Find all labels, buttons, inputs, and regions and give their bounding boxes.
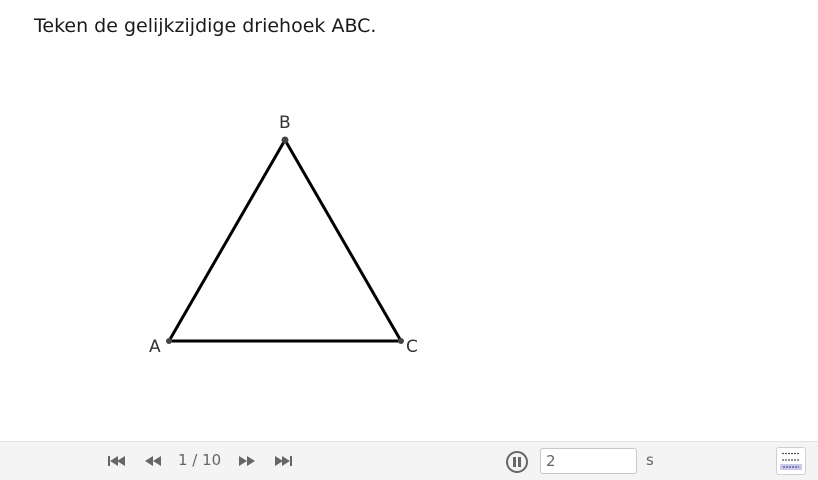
skip-to-start-icon[interactable] [106, 453, 128, 469]
point-label-b: B [279, 113, 291, 133]
skip-to-end-icon[interactable] [272, 453, 294, 469]
point-label-a: A [149, 337, 161, 357]
fast-forward-icon[interactable] [236, 453, 258, 469]
triangle-abc[interactable] [167, 138, 403, 343]
speed-unit-label: s [646, 451, 654, 469]
playback-speed-input[interactable] [540, 448, 637, 474]
pause-icon[interactable] [505, 450, 529, 474]
construction-protocol-navigation-bar: 1 / 10 s [0, 441, 818, 480]
step-counter: 1 / 10 [178, 451, 222, 469]
point-c[interactable] [398, 338, 404, 344]
algebra-view-icon[interactable] [776, 447, 806, 475]
point-a[interactable] [166, 338, 172, 344]
point-b[interactable] [281, 136, 289, 144]
rewind-icon[interactable] [142, 453, 164, 469]
point-label-c: C [406, 337, 418, 357]
geometry-canvas[interactable]: A B C [0, 0, 818, 440]
